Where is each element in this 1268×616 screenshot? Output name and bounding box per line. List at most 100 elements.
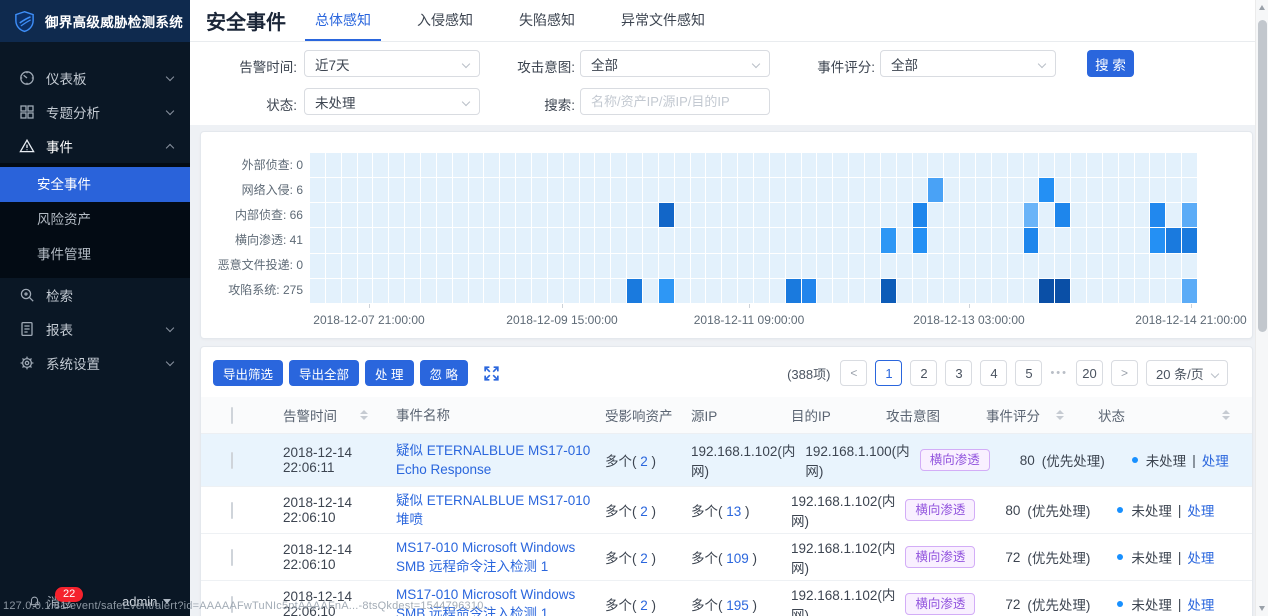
search-button[interactable]: 搜 索 [1087,50,1134,77]
sidebar-item-events[interactable]: 事件 [0,129,190,163]
status-dot [1117,601,1123,607]
heatmap-cell [706,153,721,177]
toolbar-button-导出全部[interactable]: 导出全部 [289,360,359,386]
heatmap-cell [928,228,943,252]
sidebar-subitem-事件管理[interactable]: 事件管理 [0,237,190,272]
heatmap-cell [643,254,658,278]
sidebar-item-dashboard[interactable]: 仪表板 [0,61,190,95]
status-filter-label: 状态: [207,94,297,114]
pagination-next-button[interactable]: > [1111,360,1138,386]
sidebar-item-analysis[interactable]: 专题分析 [0,95,190,129]
column-header-status[interactable]: 状态 [1098,405,1252,425]
heatmap-cell [548,279,563,303]
event-name-link[interactable]: 疑似 ETERNALBLUE MS17-010 Echo Response [396,443,590,477]
status-select[interactable]: 未处理 [304,88,480,115]
expand-icon[interactable] [482,363,502,383]
row-checkbox[interactable] [231,452,233,469]
heatmap-cell [817,203,832,227]
heatmap-cell [437,228,452,252]
attack-intent-select[interactable]: 全部 [580,50,770,77]
heatmap-cell [484,178,499,202]
handle-action-link[interactable]: 处理 [1202,450,1229,470]
tab-入侵感知[interactable]: 入侵感知 [415,0,475,41]
toolbar-button-处理[interactable]: 处 理 [365,360,413,386]
heatmap-cell [706,279,721,303]
heatmap-cell [897,178,912,202]
column-header-time[interactable]: 告警时间 [283,405,396,425]
intent-tag: 横向渗透 [905,499,975,521]
event-name-link[interactable]: MS17-010 Microsoft Windows SMB 远程命令注入检测 … [396,540,575,574]
handle-action-link[interactable]: 处理 [1187,500,1214,520]
sort-icon[interactable] [360,410,368,420]
heatmap-cell [881,254,896,278]
heatmap-cell [469,178,484,202]
heatmap-cell [1166,178,1181,202]
event-name-link[interactable]: 疑似 ETERNALBLUE MS17-010 堆喷 [396,493,590,527]
heatmap-cell [627,203,642,227]
event-score-select[interactable]: 全部 [880,50,1056,77]
handle-action-link[interactable]: 处理 [1187,547,1214,567]
sort-icon[interactable] [1222,410,1230,420]
row-checkbox[interactable] [231,549,233,566]
heatmap-cell [310,153,325,177]
row-checkbox[interactable] [231,502,233,519]
handle-action-link[interactable]: 处理 [1187,594,1214,614]
heatmap-cell [1087,254,1102,278]
table-row[interactable]: 2018-12-14 22:06:11疑似 ETERNALBLUE MS17-0… [201,434,1252,487]
scroll-up-arrow-icon[interactable] [1259,5,1265,10]
sidebar-subitem-风险资产[interactable]: 风险资产 [0,202,190,237]
sort-icon[interactable] [1056,410,1064,420]
pagination-page-4[interactable]: 4 [980,360,1007,386]
heatmap-cell [928,203,943,227]
table-row[interactable]: 2018-12-14 22:06:10疑似 ETERNALBLUE MS17-0… [201,487,1252,534]
source-ip-count-link[interactable]: 109 [726,551,749,566]
heatmap-cell [865,279,880,303]
heatmap-row-label: 内部侦查: 66 [201,203,303,228]
pagination-page-20[interactable]: 20 [1076,360,1103,386]
sidebar-subitem-安全事件[interactable]: 安全事件 [0,167,190,202]
pagination-page-2[interactable]: 2 [910,360,937,386]
select-all-checkbox[interactable] [231,407,233,424]
heatmap-cell [484,228,499,252]
heatmap-cell [1008,228,1023,252]
scroll-down-arrow-icon[interactable] [1259,606,1265,611]
heatmap-cell [659,254,674,278]
page-size-select[interactable]: 20 条/页 [1146,360,1228,386]
heatmap-cell [817,279,832,303]
heatmap-cell [1103,178,1118,202]
scrollbar-thumb[interactable] [1258,20,1267,332]
sidebar-item-retrieval[interactable]: 检索 [0,278,190,312]
toolbar-button-忽略[interactable]: 忽 略 [420,360,468,386]
intent-tag: 横向渗透 [920,449,990,471]
pagination-prev-button[interactable]: < [840,360,867,386]
assets-count-link[interactable]: 2 [640,551,648,566]
status-separator: | [1178,503,1182,518]
source-ip-count-link[interactable]: 13 [726,504,741,519]
table-row[interactable]: 2018-12-14 22:06:10MS17-010 Microsoft Wi… [201,534,1252,581]
heatmap-cell [786,254,801,278]
browser-scrollbar[interactable] [1255,0,1268,616]
heatmap-cell [786,178,801,202]
heatmap-cell [389,279,404,303]
tab-失陷感知[interactable]: 失陷感知 [517,0,577,41]
search-input[interactable] [580,88,770,115]
source-ip-count-link[interactable]: 195 [726,598,749,613]
heatmap-cell [389,153,404,177]
heatmap-cell [928,153,943,177]
heatmap-cell [342,228,357,252]
assets-count-link[interactable]: 2 [640,454,648,469]
alert-time-select[interactable]: 近7天 [304,50,480,77]
assets-count-link[interactable]: 2 [640,504,648,519]
pagination-page-3[interactable]: 3 [945,360,972,386]
pagination-page-5[interactable]: 5 [1015,360,1042,386]
sidebar-item-reports[interactable]: 报表 [0,312,190,346]
pagination-page-1[interactable]: 1 [875,360,902,386]
toolbar-button-导出筛选[interactable]: 导出筛选 [213,360,283,386]
column-header-score[interactable]: 事件评分 [986,405,1098,425]
tab-总体感知[interactable]: 总体感知 [313,0,373,41]
tab-异常文件感知[interactable]: 异常文件感知 [619,0,707,41]
sidebar-item-label: 仪表板 [46,68,87,88]
sidebar-item-settings[interactable]: 系统设置 [0,346,190,380]
assets-count-link[interactable]: 2 [640,598,648,613]
heatmap-cell [738,228,753,252]
